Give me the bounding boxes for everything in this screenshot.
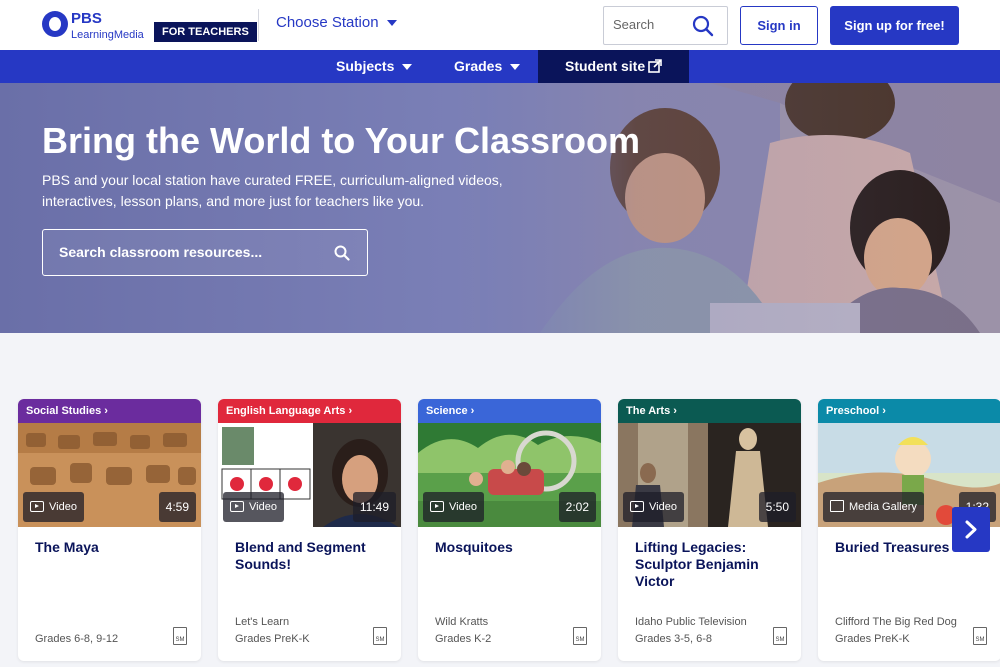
nav-student-site[interactable]: Student site <box>538 50 689 83</box>
nav-grades[interactable]: Grades <box>454 50 521 83</box>
hero-title: Bring the World to Your Classroom <box>42 120 641 161</box>
pbs-learningmedia-logo[interactable]: PBS LearningMedia <box>42 9 152 43</box>
media-type-tag: Video <box>223 492 284 522</box>
card-title[interactable]: Mosquitoes <box>435 539 595 556</box>
duration-badge: 5:50 <box>758 492 796 522</box>
search-icon[interactable] <box>334 245 350 266</box>
nav-subjects[interactable]: Subjects <box>336 50 413 83</box>
card-category[interactable]: Science › <box>418 399 601 423</box>
sign-in-button[interactable]: Sign in <box>740 6 818 45</box>
card-category-label: English Language Arts <box>226 405 346 417</box>
media-type-label: Video <box>449 501 477 513</box>
card-thumbnail[interactable]: Video 4:59 <box>18 423 201 527</box>
resource-card[interactable]: The Arts › Video 5:50 Lifting Legacies: … <box>618 399 801 661</box>
nav-grades-label: Grades <box>454 58 503 74</box>
card-grades: Grades PreK-K <box>235 633 310 645</box>
duration-badge: 11:49 <box>352 492 396 522</box>
media-type-tag: Media Gallery <box>823 492 924 522</box>
media-type-tag: Video <box>23 492 84 522</box>
card-thumbnail[interactable]: Video 5:50 <box>618 423 801 527</box>
card-title[interactable]: Blend and Segment Sounds! <box>235 539 395 573</box>
card-category-label: Preschool <box>826 405 880 417</box>
media-type-tag: Video <box>423 492 484 522</box>
video-icon <box>630 500 644 512</box>
header-search-input[interactable] <box>613 17 683 32</box>
card-grades: Grades K-2 <box>435 633 492 645</box>
document-icon: SM <box>773 627 787 645</box>
card-category[interactable]: English Language Arts › <box>218 399 401 423</box>
top-bar: PBS LearningMedia FOR TEACHERS Choose St… <box>0 0 1000 50</box>
card-category-label: Social Studies <box>26 405 102 417</box>
media-type-label: Video <box>249 501 277 513</box>
hero-search-input[interactable] <box>59 244 319 260</box>
hero-subtitle: PBS and your local station have curated … <box>42 172 503 209</box>
video-icon <box>430 500 444 512</box>
main-nav: Subjects Grades Student site <box>0 50 1000 83</box>
sign-up-button[interactable]: Sign up for free! <box>830 6 959 45</box>
header-divider <box>258 9 259 41</box>
card-thumbnail[interactable]: Video 11:49 <box>218 423 401 527</box>
card-producer: Clifford The Big Red Dog <box>835 616 957 628</box>
search-icon[interactable] <box>692 15 714 42</box>
external-link-icon <box>648 59 662 73</box>
header-search <box>603 6 728 45</box>
nav-subjects-label: Subjects <box>336 58 395 74</box>
nav-student-site-label: Student site <box>565 58 646 74</box>
card-producer: Wild Kratts <box>435 616 489 628</box>
logo-pbs-text: PBS <box>71 10 102 27</box>
media-type-tag: Video <box>623 492 684 522</box>
card-producer: Idaho Public Television <box>635 616 747 628</box>
card-category[interactable]: Preschool › <box>818 399 1000 423</box>
document-icon: SM <box>173 627 187 645</box>
resource-card[interactable]: English Language Arts › Video 11:49 Blen… <box>218 399 401 661</box>
card-category-label: The Arts <box>626 405 671 417</box>
carousel-next-button[interactable] <box>952 507 990 552</box>
card-producer: Let's Learn <box>235 616 290 628</box>
choose-station-label: Choose Station <box>276 14 379 31</box>
resource-card[interactable]: Science › Video 2:02 Mosquitoes Wild Kra… <box>418 399 601 661</box>
choose-station-dropdown[interactable]: Choose Station <box>276 14 397 31</box>
media-type-label: Video <box>649 501 677 513</box>
document-icon: SM <box>373 627 387 645</box>
document-icon: SM <box>973 627 987 645</box>
media-gallery-icon <box>830 500 844 513</box>
chevron-down-icon <box>510 64 521 71</box>
card-grades: Grades PreK-K <box>835 633 910 645</box>
media-type-label: Video <box>49 501 77 513</box>
card-category[interactable]: Social Studies › <box>18 399 201 423</box>
chevron-down-icon <box>386 20 397 27</box>
duration-badge: 4:59 <box>158 492 196 522</box>
logo-learningmedia-text: LearningMedia <box>71 29 144 41</box>
card-thumbnail[interactable]: Video 2:02 <box>418 423 601 527</box>
card-title[interactable]: The Maya <box>35 539 195 556</box>
hero-search <box>42 229 368 276</box>
resource-card[interactable]: Social Studies › Video 4:59 The Maya Gra… <box>18 399 201 661</box>
video-icon <box>30 500 44 512</box>
card-category-label: Science <box>426 405 468 417</box>
card-grades: Grades 3-5, 6-8 <box>635 633 713 645</box>
video-icon <box>230 500 244 512</box>
card-grades: Grades 6-8, 9-12 <box>35 633 119 645</box>
media-type-label: Media Gallery <box>849 501 917 513</box>
duration-badge: 2:02 <box>558 492 596 522</box>
chevron-right-icon <box>965 520 977 539</box>
chevron-down-icon <box>402 64 413 71</box>
for-teachers-badge: FOR TEACHERS <box>154 22 257 42</box>
hero-banner: Bring the World to Your Classroom PBS an… <box>0 83 1000 333</box>
card-title[interactable]: Lifting Legacies: Sculptor Benjamin Vict… <box>635 539 795 590</box>
document-icon: SM <box>573 627 587 645</box>
pbs-head-icon <box>42 11 68 37</box>
card-category[interactable]: The Arts › <box>618 399 801 423</box>
